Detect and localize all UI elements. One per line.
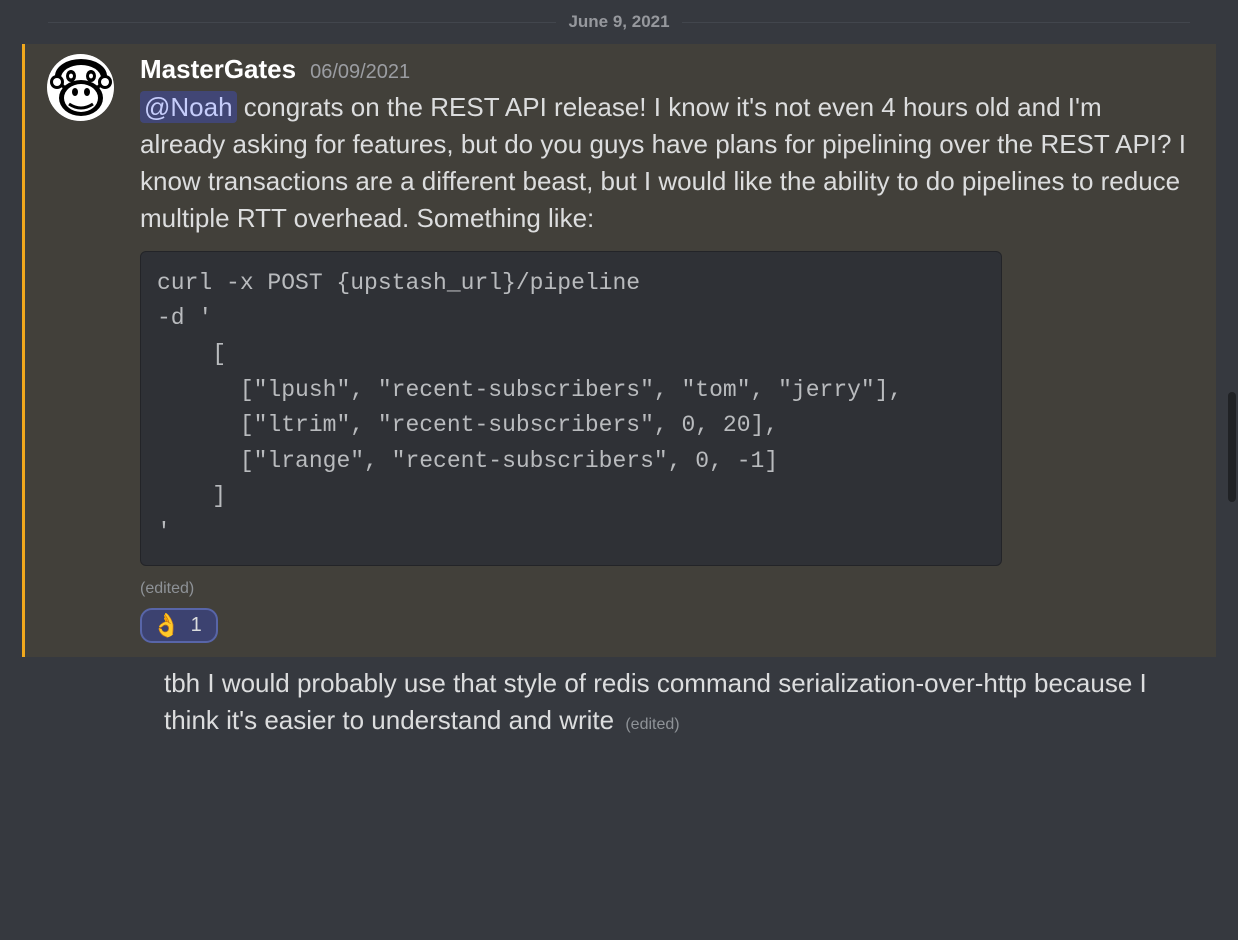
message-timestamp: 06/09/2021 bbox=[310, 61, 410, 84]
code-block[interactable]: curl -x POST {upstash_url}/pipeline -d '… bbox=[140, 251, 1002, 566]
ok-hand-icon: 👌 bbox=[152, 614, 181, 637]
reaction-count: 1 bbox=[191, 614, 202, 637]
date-divider: June 9, 2021 bbox=[48, 12, 1190, 32]
message-content: @Noah congrats on the REST API release! … bbox=[140, 89, 1194, 237]
edited-indicator: (edited) bbox=[625, 716, 679, 733]
avatar[interactable] bbox=[47, 54, 114, 121]
date-divider-label: June 9, 2021 bbox=[556, 12, 681, 32]
scrollbar-thumb[interactable] bbox=[1228, 392, 1236, 502]
message-text: congrats on the REST API release! I know… bbox=[140, 92, 1186, 233]
reaction-ok-hand[interactable]: 👌 1 bbox=[140, 608, 218, 643]
followup-message[interactable]: tbh I would probably use that style of r… bbox=[0, 657, 1238, 739]
divider-line-left bbox=[48, 22, 556, 23]
message-mentioned[interactable]: MasterGates 06/09/2021 @Noah congrats on… bbox=[22, 44, 1216, 657]
user-mention[interactable]: @Noah bbox=[140, 91, 237, 123]
scrollbar-track[interactable] bbox=[1228, 12, 1238, 940]
message-username[interactable]: MasterGates bbox=[140, 54, 296, 85]
divider-line-right bbox=[682, 22, 1190, 23]
edited-indicator: (edited) bbox=[140, 580, 1194, 598]
gorilla-face-icon bbox=[49, 56, 113, 120]
